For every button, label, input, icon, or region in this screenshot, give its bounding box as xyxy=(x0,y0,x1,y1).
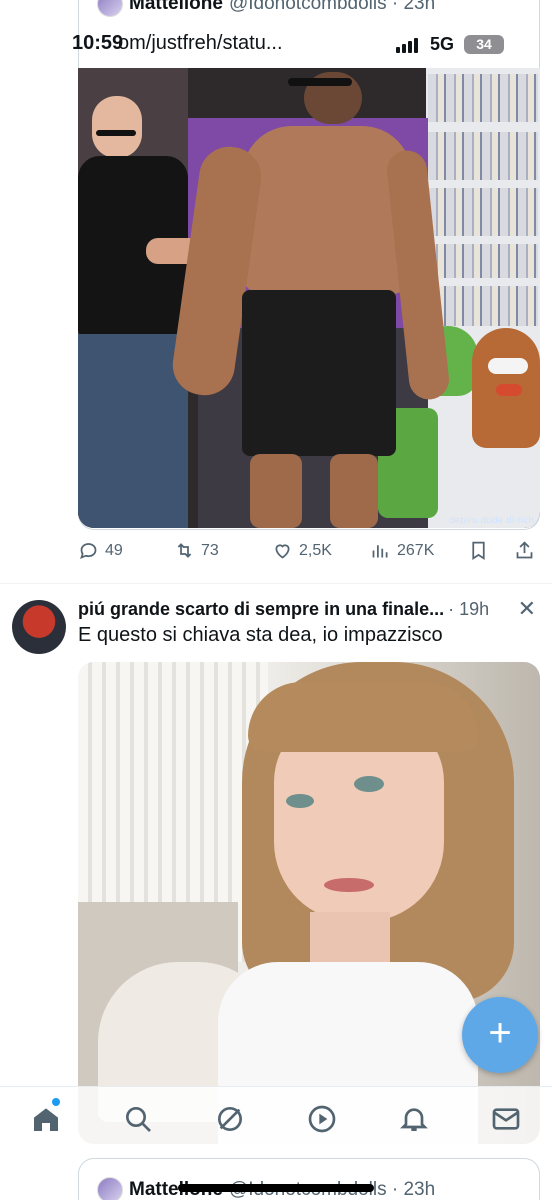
reply-count: 49 xyxy=(105,541,123,559)
grok-icon xyxy=(218,1107,242,1131)
like-count: 2,5K xyxy=(299,541,332,559)
post-header: piú grande scarto di sempre in una final… xyxy=(78,596,540,622)
status-time: 10:59 xyxy=(72,32,124,54)
view-count: 267K xyxy=(397,541,435,559)
heart-icon xyxy=(275,544,290,559)
quoted-author-avatar xyxy=(97,1177,123,1200)
close-icon[interactable]: ✕ xyxy=(518,596,536,622)
home-icon xyxy=(34,1108,58,1131)
reply-icon xyxy=(80,543,97,560)
like-button[interactable]: 2,5K xyxy=(272,540,332,561)
quoted-author-avatar xyxy=(97,0,123,17)
reply-button[interactable]: 49 xyxy=(78,540,123,561)
search-icon xyxy=(126,1107,151,1132)
home-notification-dot xyxy=(52,1098,60,1106)
tweet-actions: 49 73 2,5K 267K xyxy=(78,540,538,566)
tab-search[interactable] xyxy=(122,1103,154,1135)
share-button[interactable] xyxy=(514,540,535,561)
tab-grok[interactable] xyxy=(214,1103,246,1135)
post-author-avatar[interactable] xyxy=(12,600,66,654)
tab-video[interactable] xyxy=(306,1103,338,1135)
tab-home[interactable] xyxy=(30,1103,62,1135)
tab-notifications[interactable] xyxy=(398,1103,430,1135)
quoted-author-name: Mattellone xyxy=(129,0,223,14)
bottom-quoted-tweet-card[interactable]: Mattellone @Idonotcombdolls · 23h xyxy=(78,1158,540,1200)
photo-caption: debiru dude di rich xyxy=(448,516,534,526)
network-type: 5G xyxy=(430,34,455,54)
post-photo[interactable] xyxy=(78,662,540,1144)
notifications-icon xyxy=(400,1108,428,1131)
post-author-name[interactable]: piú grande scarto di sempre in una final… xyxy=(78,599,444,620)
post-timestamp: · 19h xyxy=(448,598,490,619)
bookmark-icon xyxy=(472,541,485,561)
repost-count: 73 xyxy=(201,541,219,559)
tab-messages[interactable] xyxy=(490,1103,522,1135)
repost-button[interactable]: 73 xyxy=(174,540,219,561)
battery-icon: 34 xyxy=(464,35,504,54)
status-bar: om/justfreh/statu... 10:59 5G 34 xyxy=(0,30,552,60)
quoted-author-handle: @Idonotcombdolls · 23h xyxy=(228,0,436,14)
quoted-tweet-header: Mattellone @Idonotcombdolls · 23h xyxy=(97,0,435,18)
compose-button[interactable]: + xyxy=(462,997,538,1073)
views-button[interactable]: 267K xyxy=(370,540,434,561)
post-text: E questo si chiava sta dea, io impazzisc… xyxy=(78,624,443,646)
bookmark-button[interactable] xyxy=(468,540,489,561)
share-icon xyxy=(516,541,533,559)
url-text: om/justfreh/statu... xyxy=(118,32,283,54)
video-icon xyxy=(308,1105,336,1133)
signal-icon xyxy=(396,38,418,53)
bottom-tab-bar xyxy=(0,1086,552,1152)
quoted-tweet-photo[interactable]: debiru dude di rich xyxy=(78,68,540,528)
repost-icon xyxy=(177,543,192,558)
messages-icon xyxy=(492,1108,520,1130)
post-divider xyxy=(0,583,552,584)
views-icon xyxy=(372,545,388,558)
home-indicator xyxy=(178,1184,374,1192)
